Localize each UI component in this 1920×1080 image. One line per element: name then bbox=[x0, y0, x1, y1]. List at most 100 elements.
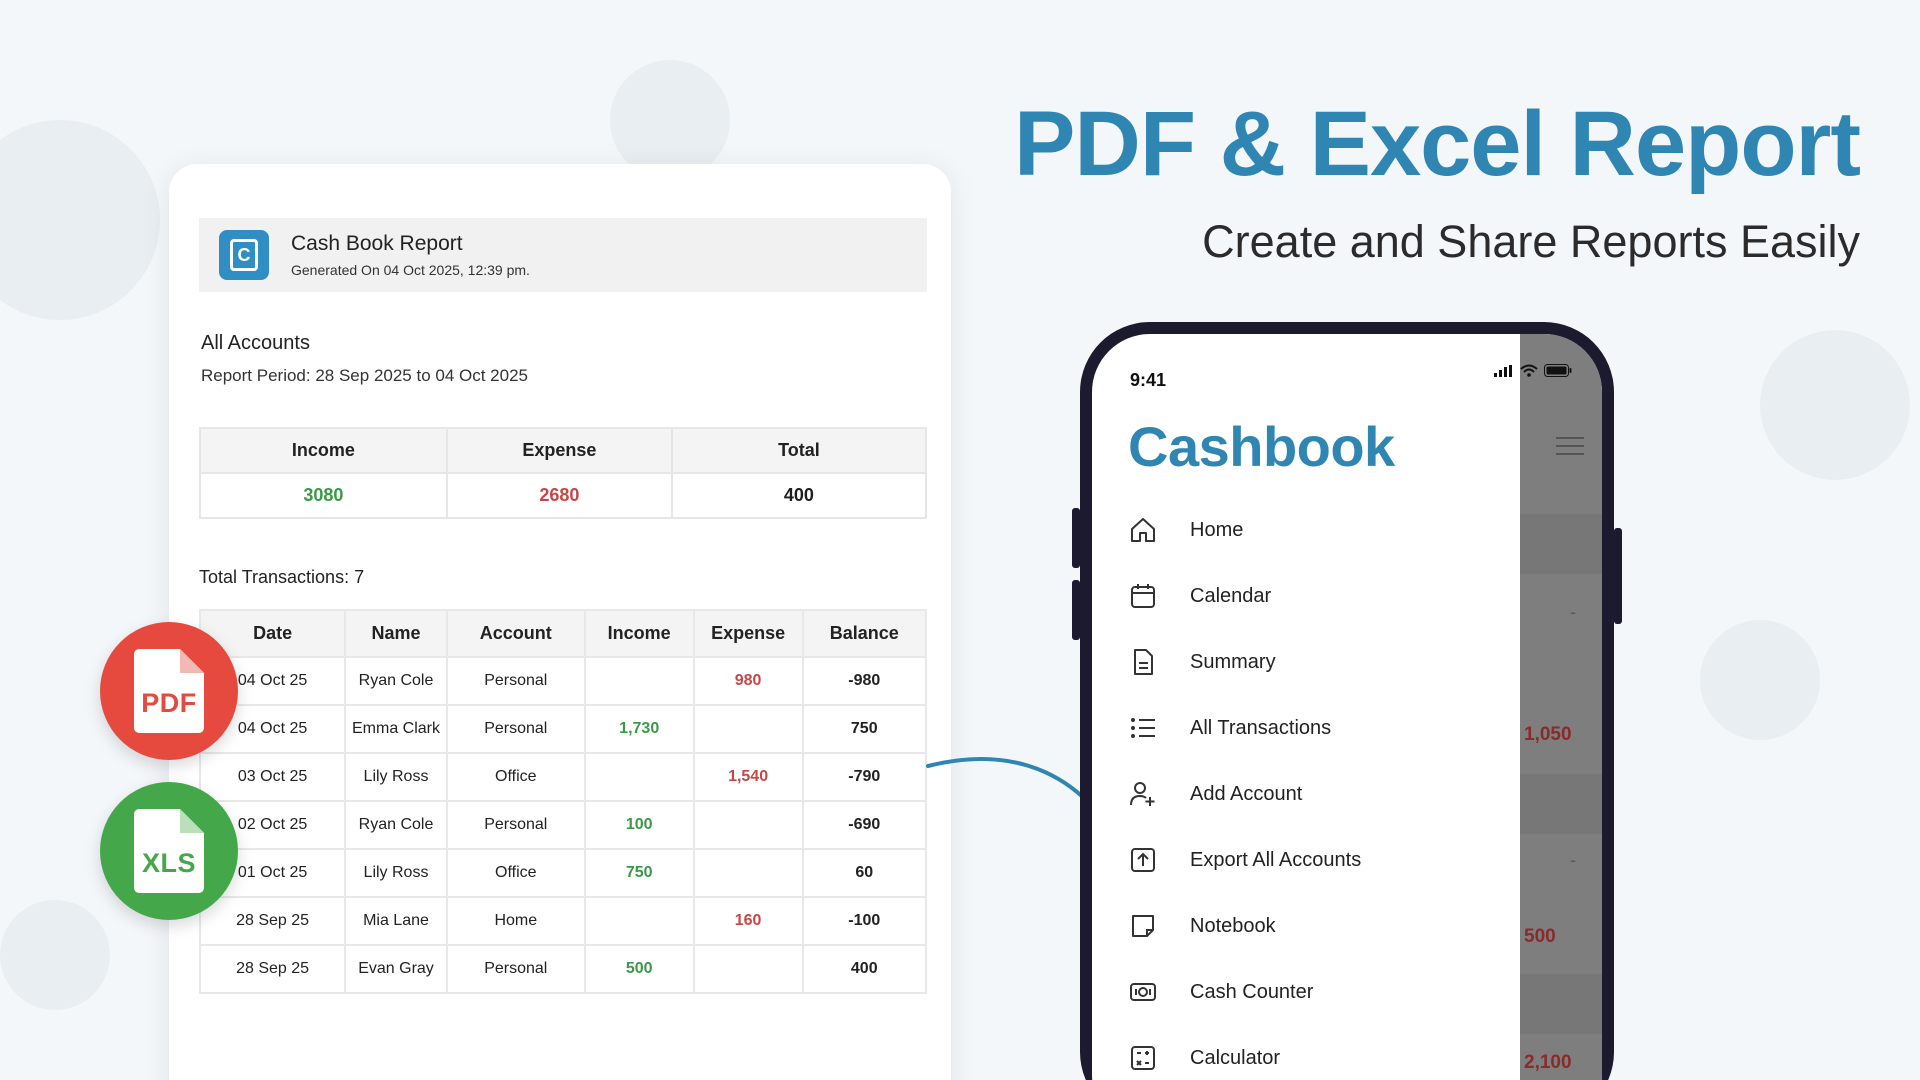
column-expense: Expense bbox=[692, 609, 804, 658]
menu-item-export-all-accounts[interactable]: Export All Accounts bbox=[1128, 840, 1361, 880]
cell-account: Personal bbox=[445, 656, 586, 706]
cell-account: Office bbox=[445, 752, 586, 802]
menu-item-calendar[interactable]: Calendar bbox=[1128, 576, 1271, 616]
summary-header-total: Total bbox=[670, 427, 928, 474]
summary-header-expense: Expense bbox=[445, 427, 673, 474]
menu-item-summary[interactable]: Summary bbox=[1128, 642, 1276, 682]
cell-expense bbox=[692, 944, 804, 994]
note-icon bbox=[1128, 911, 1158, 941]
cell-date: 28 Sep 25 bbox=[198, 944, 347, 994]
cell-account: Personal bbox=[445, 704, 586, 754]
cell-expense bbox=[692, 800, 804, 850]
headline: PDF & Excel Report bbox=[1014, 93, 1861, 195]
add-user-icon bbox=[1128, 779, 1158, 809]
menu-item-home[interactable]: Home bbox=[1128, 510, 1243, 550]
cell-account: Personal bbox=[445, 944, 586, 994]
accounts-label: All Accounts bbox=[201, 332, 310, 354]
transactions-header-row: Date Name Account Income Expense Balance bbox=[198, 609, 928, 658]
report-header: C Cash Book Report Generated On 04 Oct 2… bbox=[199, 218, 927, 292]
xls-badge-label: XLS bbox=[141, 847, 197, 878]
cell-balance: -980 bbox=[801, 656, 928, 706]
cell-date: 28 Sep 25 bbox=[198, 896, 347, 946]
menu-item-label: Export All Accounts bbox=[1190, 848, 1362, 871]
cell-income bbox=[583, 896, 695, 946]
home-icon bbox=[1128, 515, 1158, 545]
menu-item-notebook[interactable]: Notebook bbox=[1128, 906, 1276, 946]
signal-icon bbox=[1494, 365, 1512, 377]
cell-account: Home bbox=[445, 896, 586, 946]
menu-item-label: Calendar bbox=[1190, 584, 1272, 607]
xls-badge-icon: XLS bbox=[100, 782, 238, 920]
cell-balance: 750 bbox=[801, 704, 928, 754]
background-decoration bbox=[1760, 330, 1910, 480]
transactions-body: 04 Oct 25 Ryan Cole Personal 980 -980 04 Oct … bbox=[198, 656, 928, 994]
filter-icon bbox=[1556, 437, 1584, 455]
export-icon bbox=[1128, 845, 1158, 875]
cell-income: 500 bbox=[583, 944, 695, 994]
pdf-badge-label: PDF bbox=[141, 687, 197, 718]
cell-name: Evan Gray bbox=[344, 944, 448, 994]
background-decoration bbox=[0, 900, 110, 1010]
drawer-title: Cashbook bbox=[1128, 415, 1395, 478]
column-income: Income bbox=[583, 609, 695, 658]
cell-name: Emma Clark bbox=[344, 704, 448, 754]
summary-table: Income Expense Total 3080 2680 400 bbox=[199, 427, 928, 519]
cell-expense bbox=[692, 704, 804, 754]
table-row: 02 Oct 25 Ryan Cole Personal 100 -690 bbox=[198, 800, 928, 850]
subheadline: Create and Share Reports Easily bbox=[1202, 216, 1860, 267]
background-decoration bbox=[610, 60, 730, 180]
battery-icon bbox=[1544, 364, 1572, 377]
status-time: 9:41 bbox=[1130, 370, 1167, 390]
status-icons bbox=[1494, 364, 1572, 377]
table-row: 28 Sep 25 Mia Lane Home 160 -100 bbox=[198, 896, 928, 946]
menu-item-label: Calculator bbox=[1190, 1046, 1281, 1069]
phone-side-button bbox=[1614, 528, 1622, 624]
column-account: Account bbox=[445, 609, 586, 658]
menu-item-label: All Transactions bbox=[1190, 716, 1332, 739]
cell-name: Lily Ross bbox=[344, 752, 448, 802]
summary-header-income: Income bbox=[199, 427, 448, 474]
menu-item-calculator[interactable]: Calculator bbox=[1128, 1038, 1280, 1078]
menu-item-label: Cash Counter bbox=[1190, 980, 1314, 1003]
cell-balance: 400 bbox=[801, 944, 928, 994]
menu-item-label: Home bbox=[1190, 518, 1244, 541]
table-row: 04 Oct 25 Emma Clark Personal 1,730 750 bbox=[198, 704, 928, 754]
cell-balance: -790 bbox=[801, 752, 928, 802]
table-row: 01 Oct 25 Lily Ross Office 750 60 bbox=[198, 848, 928, 898]
transactions-table: Date Name Account Income Expense Balance… bbox=[198, 609, 928, 994]
background-value: - bbox=[1570, 602, 1576, 622]
cell-expense: 1,540 bbox=[692, 752, 804, 802]
cell-balance: -100 bbox=[801, 896, 928, 946]
dimmed-background-screen: - 1,050 - 500 2,100 bbox=[1520, 334, 1602, 1080]
cell-income: 1,730 bbox=[583, 704, 695, 754]
cell-income: 100 bbox=[583, 800, 695, 850]
cell-balance: -690 bbox=[801, 800, 928, 850]
wifi-icon bbox=[1520, 364, 1538, 377]
menu-item-add-account[interactable]: Add Account bbox=[1128, 774, 1302, 814]
cell-name: Ryan Cole bbox=[344, 656, 448, 706]
menu-item-cash-counter[interactable]: Cash Counter bbox=[1128, 972, 1313, 1012]
list-icon bbox=[1128, 713, 1158, 743]
phone-side-button bbox=[1072, 580, 1080, 640]
summary-total-value: 400 bbox=[670, 472, 928, 519]
report-card: C Cash Book Report Generated On 04 Oct 2… bbox=[169, 164, 951, 1080]
cell-name: Mia Lane bbox=[344, 896, 448, 946]
menu-item-all-transactions[interactable]: All Transactions bbox=[1128, 708, 1331, 748]
table-row: 28 Sep 25 Evan Gray Personal 500 400 bbox=[198, 944, 928, 994]
cell-income bbox=[583, 656, 695, 706]
menu-item-label: Notebook bbox=[1190, 914, 1276, 937]
background-decoration bbox=[1700, 620, 1820, 740]
cell-name: Ryan Cole bbox=[344, 800, 448, 850]
total-transactions: Total Transactions: 7 bbox=[199, 567, 365, 587]
phone-side-button bbox=[1072, 508, 1080, 568]
cell-date: 03 Oct 25 bbox=[198, 752, 347, 802]
summary-income-value: 3080 bbox=[199, 472, 448, 519]
report-period: Report Period: 28 Sep 2025 to 04 Oct 202… bbox=[201, 366, 529, 385]
dim-row bbox=[1520, 774, 1602, 834]
cell-expense: 980 bbox=[692, 656, 804, 706]
menu-item-label: Add Account bbox=[1190, 782, 1303, 805]
table-row: 04 Oct 25 Ryan Cole Personal 980 -980 bbox=[198, 656, 928, 706]
report-generated: Generated On 04 Oct 2025, 12:39 pm. bbox=[291, 262, 530, 278]
cell-balance: 60 bbox=[801, 848, 928, 898]
cell-expense bbox=[692, 848, 804, 898]
